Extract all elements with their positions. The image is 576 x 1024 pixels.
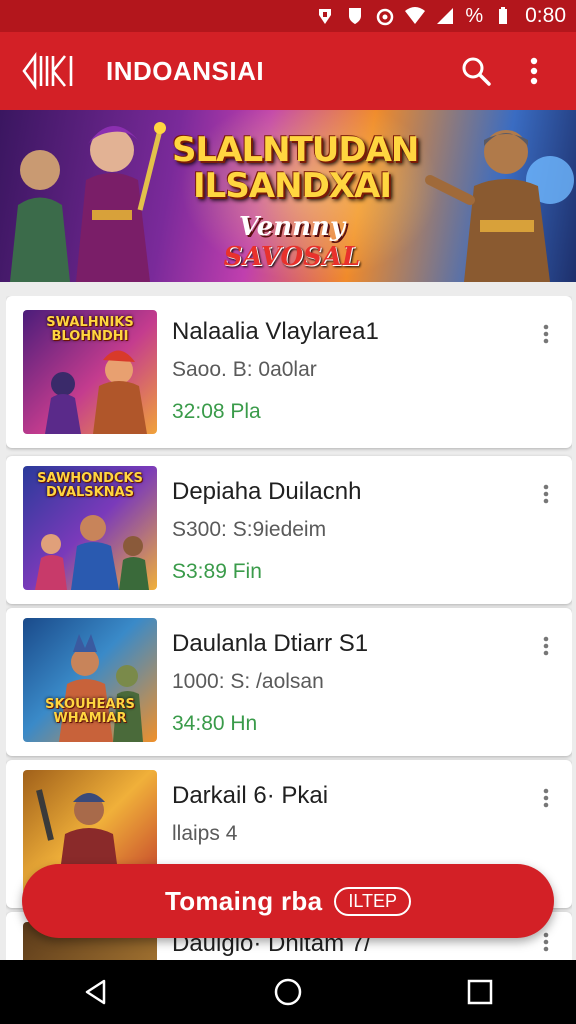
- more-vert-icon: [543, 932, 549, 952]
- app-title: INDOANSIAI: [106, 55, 265, 86]
- list-item[interactable]: SWALHNIKS BLOHNDHI Nalaalia Vlaylarea1 S…: [6, 296, 572, 448]
- battery-percent: %: [465, 4, 484, 27]
- back-button[interactable]: [66, 962, 126, 1022]
- item-subtitle: 1000: S: /aolsan: [172, 670, 324, 693]
- item-thumbnail[interactable]: SKOUHEARS WHAMIAR: [23, 618, 157, 742]
- alarm-icon: [375, 6, 395, 26]
- item-subtitle: llaips 4: [172, 822, 238, 845]
- wifi-icon: [405, 6, 426, 26]
- item-price: 34:80 Hn: [172, 712, 258, 735]
- item-subtitle: Saoo. B: 0a0lar: [172, 358, 317, 381]
- shield-icon: [345, 6, 365, 26]
- list-item[interactable]: SAWHONDCKS DVALSKNAS Depiaha Duilacnh S3…: [6, 456, 572, 604]
- item-more-button[interactable]: [532, 480, 560, 508]
- item-more-button[interactable]: [532, 320, 560, 348]
- banner-title: SLALNTUDAN ILSANDXAI: [172, 130, 419, 206]
- banner-subtitle-part-a: Vennny: [238, 212, 346, 242]
- more-vert-icon: [543, 324, 549, 344]
- home-button[interactable]: [258, 962, 318, 1022]
- banner-hero-right: [425, 130, 574, 282]
- back-icon: [85, 979, 106, 1005]
- item-price: 32:08 Pla: [172, 400, 261, 423]
- thumbnail-title: SAWHONDCKS DVALSKNAS: [37, 471, 143, 500]
- game-list: SWALHNIKS BLOHNDHI Nalaalia Vlaylarea1 S…: [6, 296, 572, 960]
- app-bar: INDOANSIAI: [0, 32, 576, 110]
- item-more-button[interactable]: [532, 784, 560, 812]
- system-nav-bar: [0, 960, 576, 1024]
- overflow-menu-button[interactable]: [512, 49, 556, 93]
- item-name: Daulanla Dtiarr S1: [172, 630, 369, 657]
- app-logo-icon[interactable]: [20, 49, 76, 93]
- more-vert-icon: [543, 788, 549, 808]
- more-vert-icon: [530, 57, 538, 85]
- status-bar: % 0:80: [0, 0, 576, 32]
- primary-action-chip: ILTEP: [334, 886, 412, 916]
- recents-button[interactable]: [450, 962, 510, 1022]
- thumbnail-title: SWALHNIKS BLOHNDHI: [46, 315, 134, 344]
- thumbnail-title: SKOUHEARS WHAMIAR: [45, 697, 135, 726]
- cell-signal-icon: [435, 6, 455, 26]
- item-name: Darkail 6· Pkai: [172, 782, 329, 809]
- item-thumbnail[interactable]: SWALHNIKS BLOHNDHI: [23, 310, 157, 434]
- search-icon: [462, 57, 491, 86]
- battery-icon: [493, 6, 513, 26]
- item-name: Nalaalia Vlaylarea1: [172, 318, 379, 345]
- banner-heading: SLALNTUDAN ILSANDXAI Vennny SAVOSAL: [172, 130, 419, 272]
- banner-subtitle-part-b: SAVOSAL: [223, 242, 361, 272]
- primary-action-label: Tomaing rba: [164, 885, 323, 916]
- item-price: S3:89 Fin: [172, 560, 262, 583]
- item-more-button[interactable]: [532, 632, 560, 660]
- item-thumbnail[interactable]: SAWHONDCKS DVALSKNAS: [23, 466, 157, 590]
- list-item[interactable]: SKOUHEARS WHAMIAR Daulanla Dtiarr S1 100…: [6, 608, 572, 756]
- clock: 0:80: [525, 4, 566, 27]
- recents-icon: [467, 979, 493, 1005]
- promo-banner[interactable]: SLALNTUDAN ILSANDXAI Vennny SAVOSAL: [0, 110, 576, 282]
- banner-subtitle: Vennny SAVOSAL: [172, 212, 412, 272]
- search-button[interactable]: [454, 49, 498, 93]
- item-subtitle: S300: S:9iedeim: [172, 518, 327, 541]
- home-icon: [274, 978, 302, 1006]
- more-vert-icon: [543, 636, 549, 656]
- more-vert-icon: [543, 484, 549, 504]
- banner-hero-left: [10, 122, 166, 282]
- primary-action-button[interactable]: Tomaing rba ILTEP: [22, 864, 554, 938]
- signal-icon: [315, 6, 335, 26]
- item-name: Depiaha Duilacnh: [172, 478, 362, 505]
